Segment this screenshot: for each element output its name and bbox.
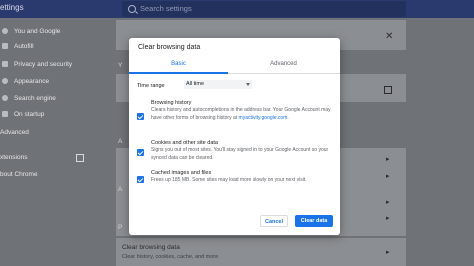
sidebar-item-label: Advanced <box>0 129 29 136</box>
search-icon <box>128 5 136 13</box>
close-icon: ✕ <box>385 31 394 42</box>
sidebar-item-extensions[interactable]: xtensions <box>0 153 90 165</box>
option-description: Signs you out of most sites. You'll stay… <box>151 147 329 161</box>
chevron-down-icon <box>246 83 250 86</box>
sidebar-item-label: Search engine <box>14 95 56 102</box>
option-title: Browsing history <box>151 100 192 106</box>
open-in-new-icon <box>76 154 84 162</box>
sidebar-item-label: Privacy and security <box>14 61 73 68</box>
top-bar: ettings Search settings <box>0 0 474 18</box>
option-desc-end: . <box>287 114 289 121</box>
sidebar-item-label: xtensions <box>0 154 28 161</box>
time-range-value: All time <box>186 81 205 87</box>
chevron-right-icon: ▸ <box>386 215 390 222</box>
option-title: Cookies and other site data <box>151 140 218 146</box>
sidebar-item-label: On startup <box>14 111 45 118</box>
cancel-button[interactable]: Cancel <box>260 215 288 227</box>
sidebar: You and Google Autofill Privacy and secu… <box>0 18 110 266</box>
background-section-heading: P <box>118 224 123 231</box>
background-row-desc: Clear history, cookies, cache, and more <box>122 254 219 260</box>
option-description: Frees up 185 MB. Some sites may load mor… <box>151 177 307 183</box>
chevron-right-icon: ▸ <box>386 249 390 256</box>
search-placeholder: Search settings <box>140 4 192 13</box>
myactivity-link[interactable]: myactivity.google.com <box>239 115 288 121</box>
background-section-heading: A <box>118 138 123 145</box>
shield-icon <box>2 61 8 67</box>
chevron-right-icon: ▸ <box>386 199 390 206</box>
time-range-label: Time range <box>137 83 165 89</box>
dialog-title: Clear browsing data <box>138 44 201 51</box>
open-in-new-icon <box>384 86 392 94</box>
checkbox-browsing-history[interactable] <box>137 113 144 120</box>
palette-icon <box>2 78 8 84</box>
background-section-heading: A <box>118 186 123 193</box>
tab-advanced[interactable]: Advanced <box>234 59 333 73</box>
clear-browsing-data-dialog: Clear browsing data Basic Advanced Time … <box>129 38 340 235</box>
option-title: Cached images and files <box>151 170 212 176</box>
power-icon <box>2 111 8 117</box>
background-card <box>116 238 406 266</box>
chevron-right-icon: ▸ <box>386 173 390 180</box>
checkbox-cookies[interactable] <box>137 149 144 156</box>
dialog-tabs: Basic Advanced <box>129 59 340 74</box>
sidebar-item-label: You and Google <box>14 28 61 35</box>
search-input[interactable]: Search settings <box>122 1 406 17</box>
background-section-heading: Y <box>118 62 123 69</box>
time-range-select[interactable]: All time <box>184 80 252 89</box>
app-title: ettings <box>0 3 24 12</box>
tab-basic[interactable]: Basic <box>129 59 228 74</box>
person-icon <box>2 28 8 34</box>
autofill-icon <box>2 43 8 49</box>
sidebar-item-label: bout Chrome <box>0 171 38 178</box>
background-row-title: Clear browsing data <box>122 244 180 251</box>
chevron-right-icon: ▸ <box>386 156 390 163</box>
checkbox-cached-images[interactable] <box>137 176 144 183</box>
clear-data-button[interactable]: Clear data <box>295 215 333 227</box>
search-engine-icon <box>2 95 8 101</box>
sidebar-item-label: Appearance <box>14 78 50 85</box>
sidebar-item-label: Autofill <box>14 43 34 50</box>
option-description: Clears history and autocompletions in th… <box>151 107 331 122</box>
